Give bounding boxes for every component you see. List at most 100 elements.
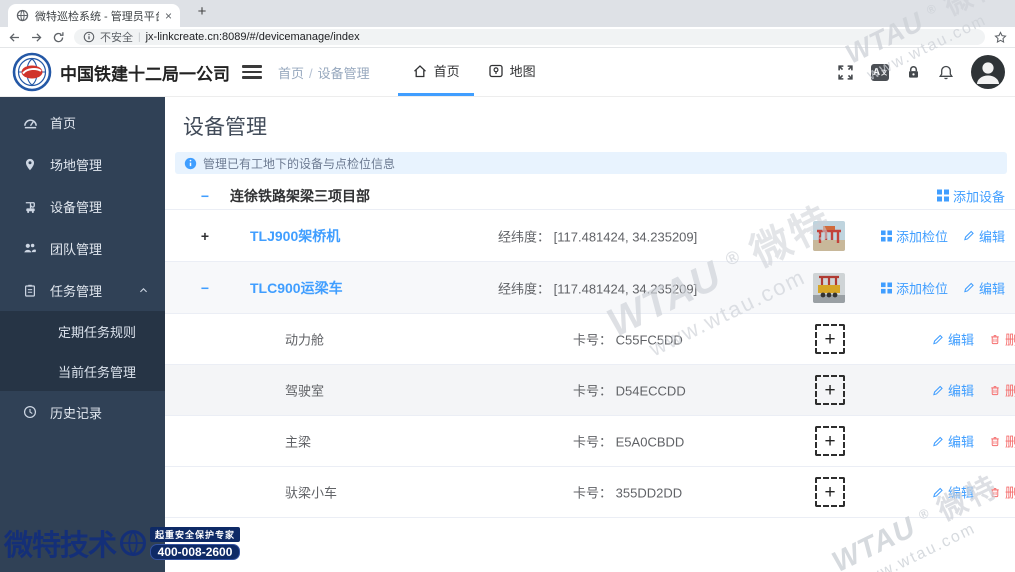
bell-icon[interactable] xyxy=(938,64,954,81)
alert-text: 管理已有工地下的设备与点检位信息 xyxy=(203,155,395,172)
security-label: 不安全 xyxy=(100,29,133,45)
edit-button[interactable]: 编辑 xyxy=(963,278,1005,297)
group-collapse-toggle[interactable]: − xyxy=(195,188,215,204)
crcc-logo xyxy=(12,52,52,92)
sidebar-subitem-periodic-task-rules[interactable]: 定期任务规则 xyxy=(0,311,165,351)
reload-icon[interactable] xyxy=(52,31,65,44)
delete-button[interactable]: 删除 xyxy=(989,432,1015,451)
add-point-button[interactable]: 添加检位 xyxy=(881,226,948,245)
sidebar-item-label: 场地管理 xyxy=(50,155,102,174)
tab-home[interactable]: 首页 xyxy=(398,48,474,96)
point-card: 卡号： 355DD2DD xyxy=(573,483,682,502)
device-expand-toggle[interactable]: + xyxy=(195,228,215,244)
tab-home-label: 首页 xyxy=(434,61,460,80)
point-row-power-cabin: 动力舱 卡号： C55FC5DD + 编辑 删除 xyxy=(165,314,1015,365)
grid-add-icon xyxy=(881,282,892,293)
sidebar-item-task-management[interactable]: 任务管理 xyxy=(0,269,165,311)
edit-button[interactable]: 编辑 xyxy=(932,330,974,349)
page-title: 设备管理 xyxy=(183,111,1015,141)
device-name-link[interactable]: TLC900运梁车 xyxy=(250,278,343,298)
delete-button[interactable]: 删除 xyxy=(989,330,1015,349)
point-name: 驮梁小车 xyxy=(285,483,337,502)
plus-icon: + xyxy=(824,432,835,451)
beam-carrier-photo xyxy=(813,273,845,303)
screen: 微特巡检系统 - 管理员平台 × + 不安全 | jx-linkcreate.c… xyxy=(0,0,1015,572)
hamburger-menu-icon[interactable] xyxy=(242,65,262,79)
point-actions: 编辑 删除 xyxy=(932,432,1015,451)
delete-label: 删除 xyxy=(1005,432,1015,451)
point-card: 卡号： D54ECCDD xyxy=(573,381,686,400)
point-row-main-beam: 主梁 卡号： E5A0CBDD + 编辑 删除 xyxy=(165,416,1015,467)
device-thumbnail[interactable] xyxy=(813,273,845,303)
card-label: 卡号： xyxy=(573,486,612,501)
chevron-up-icon xyxy=(138,285,149,296)
new-tab-button[interactable]: + xyxy=(192,3,212,20)
edit-label: 编辑 xyxy=(948,483,974,502)
edit-label: 编辑 xyxy=(948,381,974,400)
upload-image-box[interactable]: + xyxy=(815,324,845,354)
device-actions: 添加检位 编辑 xyxy=(881,278,1005,297)
device-name-link[interactable]: TLJ900架桥机 xyxy=(250,226,340,246)
upload-image-box[interactable]: + xyxy=(815,426,845,456)
fullscreen-icon[interactable] xyxy=(837,64,854,81)
edit-button[interactable]: 编辑 xyxy=(963,226,1005,245)
point-actions: 编辑 删除 xyxy=(932,381,1015,400)
trash-icon xyxy=(989,435,1001,447)
add-point-label: 添加检位 xyxy=(896,226,948,245)
back-icon[interactable] xyxy=(8,31,21,44)
sidebar-item-home[interactable]: 首页 xyxy=(0,101,165,143)
sidebar-item-history[interactable]: 历史记录 xyxy=(0,391,165,433)
card-value: D54ECCDD xyxy=(616,384,686,399)
edit-button[interactable]: 编辑 xyxy=(932,483,974,502)
card-label: 卡号： xyxy=(573,384,612,399)
sidebar-item-label: 历史记录 xyxy=(50,403,102,422)
sidebar-item-label: 设备管理 xyxy=(50,197,102,216)
delete-label: 删除 xyxy=(1005,483,1015,502)
translate-icon[interactable]: A文 xyxy=(871,64,889,81)
edit-button[interactable]: 编辑 xyxy=(932,381,974,400)
sidebar-subitem-current-task-management[interactable]: 当前任务管理 xyxy=(0,351,165,391)
point-name: 动力舱 xyxy=(285,330,324,349)
point-actions: 编辑 删除 xyxy=(932,330,1015,349)
lock-icon[interactable] xyxy=(906,64,921,80)
tab-map-label: 地图 xyxy=(510,61,536,80)
pencil-icon xyxy=(932,384,944,396)
tab-close-icon[interactable]: × xyxy=(165,9,172,23)
url-text: jx-linkcreate.cn:8089/#/devicemanage/ind… xyxy=(146,31,360,43)
info-alert: 管理已有工地下的设备与点检位信息 xyxy=(175,152,1007,174)
device-thumbnail[interactable] xyxy=(813,221,845,251)
edit-button[interactable]: 编辑 xyxy=(932,432,974,451)
delete-button[interactable]: 删除 xyxy=(989,381,1015,400)
edit-label: 编辑 xyxy=(979,278,1005,297)
forward-icon[interactable] xyxy=(30,31,43,44)
url-bar[interactable]: 不安全 | jx-linkcreate.cn:8089/#/devicemana… xyxy=(74,29,985,45)
card-value: C55FC5DD xyxy=(616,333,683,348)
user-avatar[interactable] xyxy=(971,55,1005,89)
task-submenu: 定期任务规则 当前任务管理 xyxy=(0,311,165,391)
bookmark-star-icon[interactable] xyxy=(994,31,1007,44)
add-device-button[interactable]: 添加设备 xyxy=(937,186,1005,205)
upload-image-box[interactable]: + xyxy=(815,375,845,405)
breadcrumb-home[interactable]: 首页 xyxy=(278,66,304,81)
pencil-icon xyxy=(963,230,975,242)
sidebar-item-label: 首页 xyxy=(50,113,76,132)
favicon-globe-icon xyxy=(16,9,29,22)
point-row-beam-trolley: 驮梁小车 卡号： 355DD2DD + 编辑 删除 xyxy=(165,467,1015,518)
delete-button[interactable]: 删除 xyxy=(989,483,1015,502)
sidebar-item-device-management[interactable]: 设备管理 xyxy=(0,185,165,227)
tab-map[interactable]: 地图 xyxy=(474,48,550,96)
breadcrumb: 首页/设备管理 xyxy=(278,63,370,82)
coord-value: [117.481424, 34.235209] xyxy=(554,229,698,244)
add-point-button[interactable]: 添加检位 xyxy=(881,278,948,297)
add-point-label: 添加检位 xyxy=(896,278,948,297)
map-icon xyxy=(488,63,504,79)
device-actions: 添加检位 编辑 xyxy=(881,226,1005,245)
upload-image-box[interactable]: + xyxy=(815,477,845,507)
bridge-crane-photo xyxy=(813,221,845,251)
device-collapse-toggle[interactable]: − xyxy=(195,280,215,296)
header-right-icons: A文 xyxy=(837,55,1005,89)
browser-tab[interactable]: 微特巡检系统 - 管理员平台 × xyxy=(8,4,180,27)
edit-label: 编辑 xyxy=(948,330,974,349)
sidebar-item-team-management[interactable]: 团队管理 xyxy=(0,227,165,269)
sidebar-item-site-management[interactable]: 场地管理 xyxy=(0,143,165,185)
